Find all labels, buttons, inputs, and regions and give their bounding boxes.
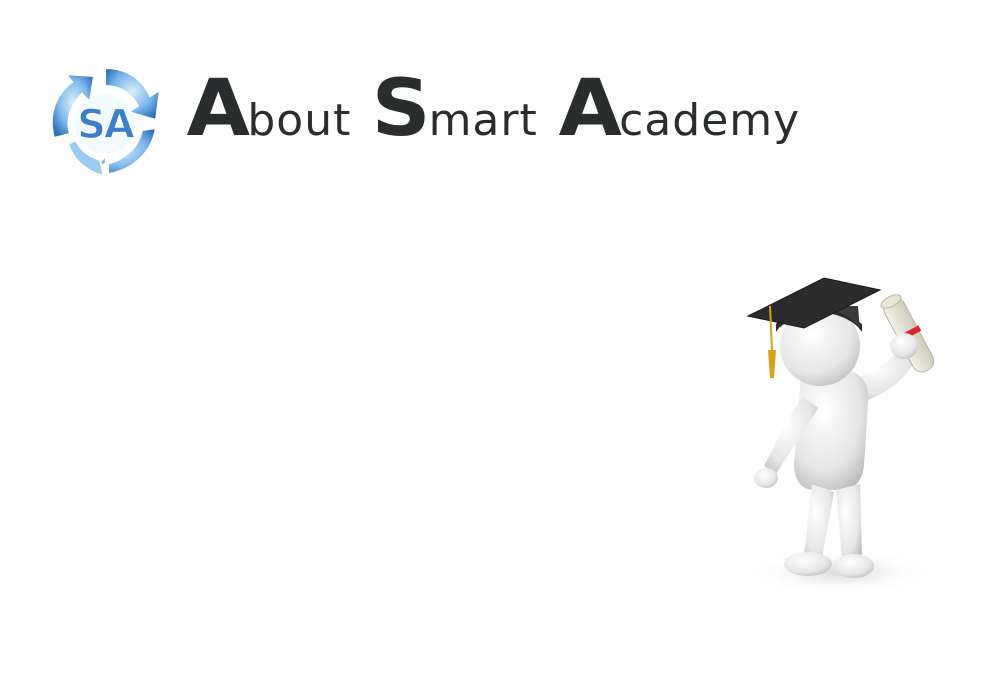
page-title: A bout S mart A cademy [186, 64, 801, 180]
title-word-3-cap: A [558, 64, 621, 154]
title-word-1: A bout [186, 64, 352, 154]
graduate-figure-icon [728, 270, 960, 610]
title-word-2: S mart [372, 64, 538, 154]
recycle-logo-icon: SA [50, 66, 162, 178]
title-word-2-cap: S [372, 64, 431, 154]
academy-logo: SA [44, 62, 166, 184]
slide: SA A bout S mart A cademy [0, 0, 1000, 680]
title-word-1-rest: bout [247, 95, 352, 146]
title-word-3-rest: cademy [619, 95, 801, 146]
title-word-1-cap: A [186, 64, 250, 154]
title-word-3: A cademy [558, 64, 801, 154]
logo-text: SA [77, 102, 135, 148]
title-word-2-rest: mart [428, 95, 538, 146]
